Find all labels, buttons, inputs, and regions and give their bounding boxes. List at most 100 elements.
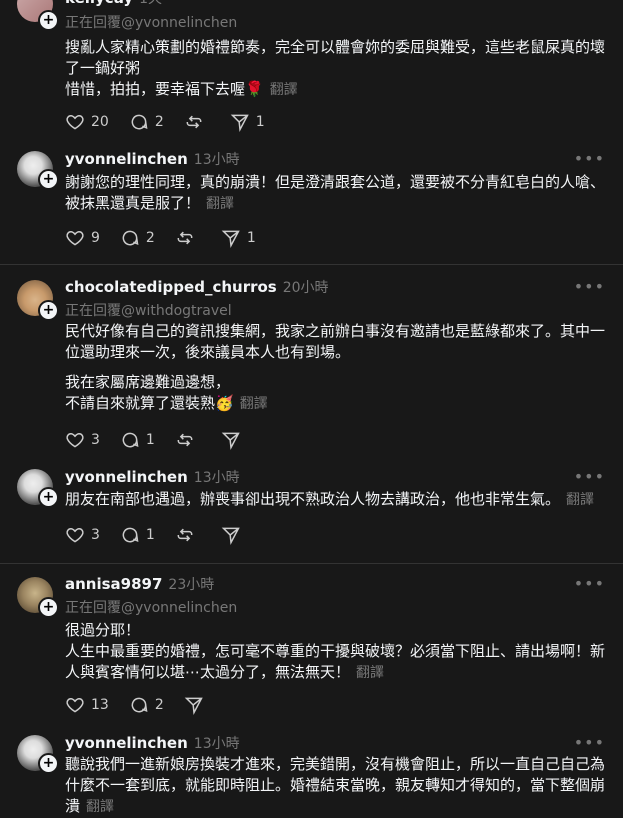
comment-count: 2 <box>145 230 155 246</box>
comment-button[interactable]: 1 <box>120 525 155 545</box>
username[interactable]: chocolatedipped_churros 20小時 <box>65 277 329 297</box>
send-icon <box>230 114 249 132</box>
translate-link[interactable]: 翻譯 <box>240 396 268 412</box>
timestamp: 13小時 <box>193 152 240 168</box>
comment-button[interactable]: 2 <box>129 695 164 715</box>
post-text: 搜亂人家精心策劃的婚禮節奏，完全可以體會妳的委屈與難受，這些老鼠屎真的壞了一鍋好… <box>65 37 610 101</box>
follow-plus-icon[interactable]: + <box>38 10 59 31</box>
translate-link[interactable]: 翻譯 <box>566 492 594 508</box>
divider <box>0 264 623 265</box>
like-count: 3 <box>91 527 100 543</box>
share-button[interactable]: 1 <box>221 228 256 248</box>
more-options-icon[interactable]: ••• <box>574 0 605 7</box>
post-text: 民代好像有自己的資訊搜集網，我家之前辦白事沒有邀請也是藍綠都來了。其中一位還助理… <box>65 321 610 415</box>
post-text-line: 不請自來就算了還裝熟🥳 <box>65 394 234 412</box>
reply-to-label: 正在回覆@withdogtravel <box>65 303 232 319</box>
translate-link[interactable]: 翻譯 <box>206 196 234 212</box>
action-bar: 3 1 <box>65 525 267 545</box>
send-icon <box>221 527 240 545</box>
follow-plus-icon[interactable]: + <box>38 753 59 774</box>
share-count: 1 <box>246 230 256 246</box>
timestamp: 13小時 <box>193 470 240 486</box>
timestamp: 20小時 <box>282 280 329 296</box>
share-button[interactable] <box>184 695 210 715</box>
comment-icon <box>131 114 148 130</box>
heart-icon <box>66 432 84 448</box>
comment-icon <box>131 697 148 713</box>
translate-link[interactable]: 翻譯 <box>86 799 114 815</box>
more-options-icon[interactable]: ••• <box>574 733 605 752</box>
reply-to-label: 正在回覆@yvonnelinchen <box>65 15 238 31</box>
comment-count: 1 <box>145 432 155 448</box>
repost-icon <box>186 115 202 129</box>
comment-icon <box>122 230 139 246</box>
share-button[interactable] <box>221 525 247 545</box>
like-button[interactable]: 9 <box>65 228 100 248</box>
like-button[interactable]: 13 <box>65 695 109 715</box>
follow-plus-icon[interactable]: + <box>38 487 59 508</box>
post-text: 朋友在南部也遇過，辦喪事卻出現不熟政治人物去講政治，他也非常生氣。 翻譯 <box>65 489 610 511</box>
post-text-line: 朋友在南部也遇過，辦喪事卻出現不熟政治人物去講政治，他也非常生氣。 <box>65 490 561 508</box>
more-options-icon[interactable]: ••• <box>574 467 605 486</box>
username[interactable]: yvonnelinchen 13小時 <box>65 733 240 753</box>
heart-icon <box>66 697 84 713</box>
comment-icon <box>122 527 139 543</box>
repost-icon <box>177 528 193 542</box>
post-text-line: 謝謝您的理性同理，真的崩潰！但是澄清跟套公道，還要被不分青紅皂白的人嗆、被抹黑還… <box>65 173 606 212</box>
translate-link[interactable]: 翻譯 <box>356 665 384 681</box>
username[interactable]: yvonnelinchen 13小時 <box>65 149 240 169</box>
comment-icon <box>122 432 139 448</box>
post-text-line: 搜亂人家精心策劃的婚禮節奏，完全可以體會妳的委屈與難受，這些老鼠屎真的壞了一鍋好… <box>65 38 606 77</box>
comment-button[interactable]: 2 <box>120 228 155 248</box>
post-text-line: 我在家屬席邊難過邊想， <box>65 373 231 391</box>
comment-button[interactable]: 1 <box>120 430 155 450</box>
reply-to-label: 正在回覆@yvonnelinchen <box>65 600 238 616</box>
share-button[interactable]: 1 <box>230 112 265 132</box>
timestamp: 13小時 <box>193 736 240 752</box>
like-count: 9 <box>91 230 100 246</box>
like-count: 20 <box>91 114 109 130</box>
like-button[interactable]: 3 <box>65 525 100 545</box>
like-button[interactable]: 20 <box>65 112 109 132</box>
heart-icon <box>66 114 84 130</box>
post-text: 謝謝您的理性同理，真的崩潰！但是澄清跟套公道，還要被不分青紅皂白的人嗆、被抹黑還… <box>65 172 610 215</box>
more-options-icon[interactable]: ••• <box>574 149 605 168</box>
heart-icon <box>66 230 84 246</box>
post-text-line: 很過分耶！ <box>65 621 141 639</box>
comment-count: 2 <box>154 114 164 130</box>
repost-button[interactable] <box>175 525 201 545</box>
action-bar: 3 1 <box>65 430 267 450</box>
post-text-line: 人生中最重要的婚禮，怎可毫不尊重的干擾與破壞？必須當下阻止、請出場啊！新人與賓客… <box>65 642 606 681</box>
username[interactable]: annisa9897 23小時 <box>65 574 214 594</box>
username[interactable]: yvonnelinchen 13小時 <box>65 467 240 487</box>
divider <box>0 563 623 564</box>
comment-button[interactable]: 2 <box>129 112 164 132</box>
send-icon <box>221 230 240 248</box>
like-button[interactable]: 3 <box>65 430 100 450</box>
action-bar: 20 2 1 <box>65 112 285 132</box>
like-count: 3 <box>91 432 100 448</box>
comment-count: 1 <box>145 527 155 543</box>
share-count: 1 <box>255 114 265 130</box>
follow-plus-icon[interactable]: + <box>38 169 59 190</box>
repost-button[interactable] <box>175 228 201 248</box>
action-bar: 13 2 <box>65 695 230 715</box>
translate-link[interactable]: 翻譯 <box>270 82 298 98</box>
follow-plus-icon[interactable]: + <box>38 597 59 618</box>
more-options-icon[interactable]: ••• <box>574 277 605 296</box>
username[interactable]: kellycay1天 <box>65 0 162 8</box>
threads-reply-feed: + kellycay1天 ••• 正在回覆@yvonnelinchen 搜亂人家… <box>0 0 623 815</box>
share-button[interactable] <box>221 430 247 450</box>
more-options-icon[interactable]: ••• <box>574 574 605 593</box>
post-text-line: 惜惜，拍拍，要幸福下去喔🌹 <box>65 80 264 98</box>
repost-button[interactable] <box>184 112 210 132</box>
post-text-line: 民代好像有自己的資訊搜集網，我家之前辦白事沒有邀請也是藍綠都來了。其中一位還助理… <box>65 322 606 361</box>
follow-plus-icon[interactable]: + <box>38 300 59 321</box>
timestamp: 23小時 <box>168 577 215 593</box>
timestamp: 1天 <box>139 0 162 7</box>
action-bar: 9 2 1 <box>65 228 276 248</box>
repost-button[interactable] <box>175 430 201 450</box>
send-icon <box>184 697 203 715</box>
like-count: 13 <box>91 697 109 713</box>
post-text-line: 聽說我們一進新娘房換裝才進來，完美錯開，沒有機會阻止，所以一直自己自己為什麼不一… <box>65 755 606 815</box>
